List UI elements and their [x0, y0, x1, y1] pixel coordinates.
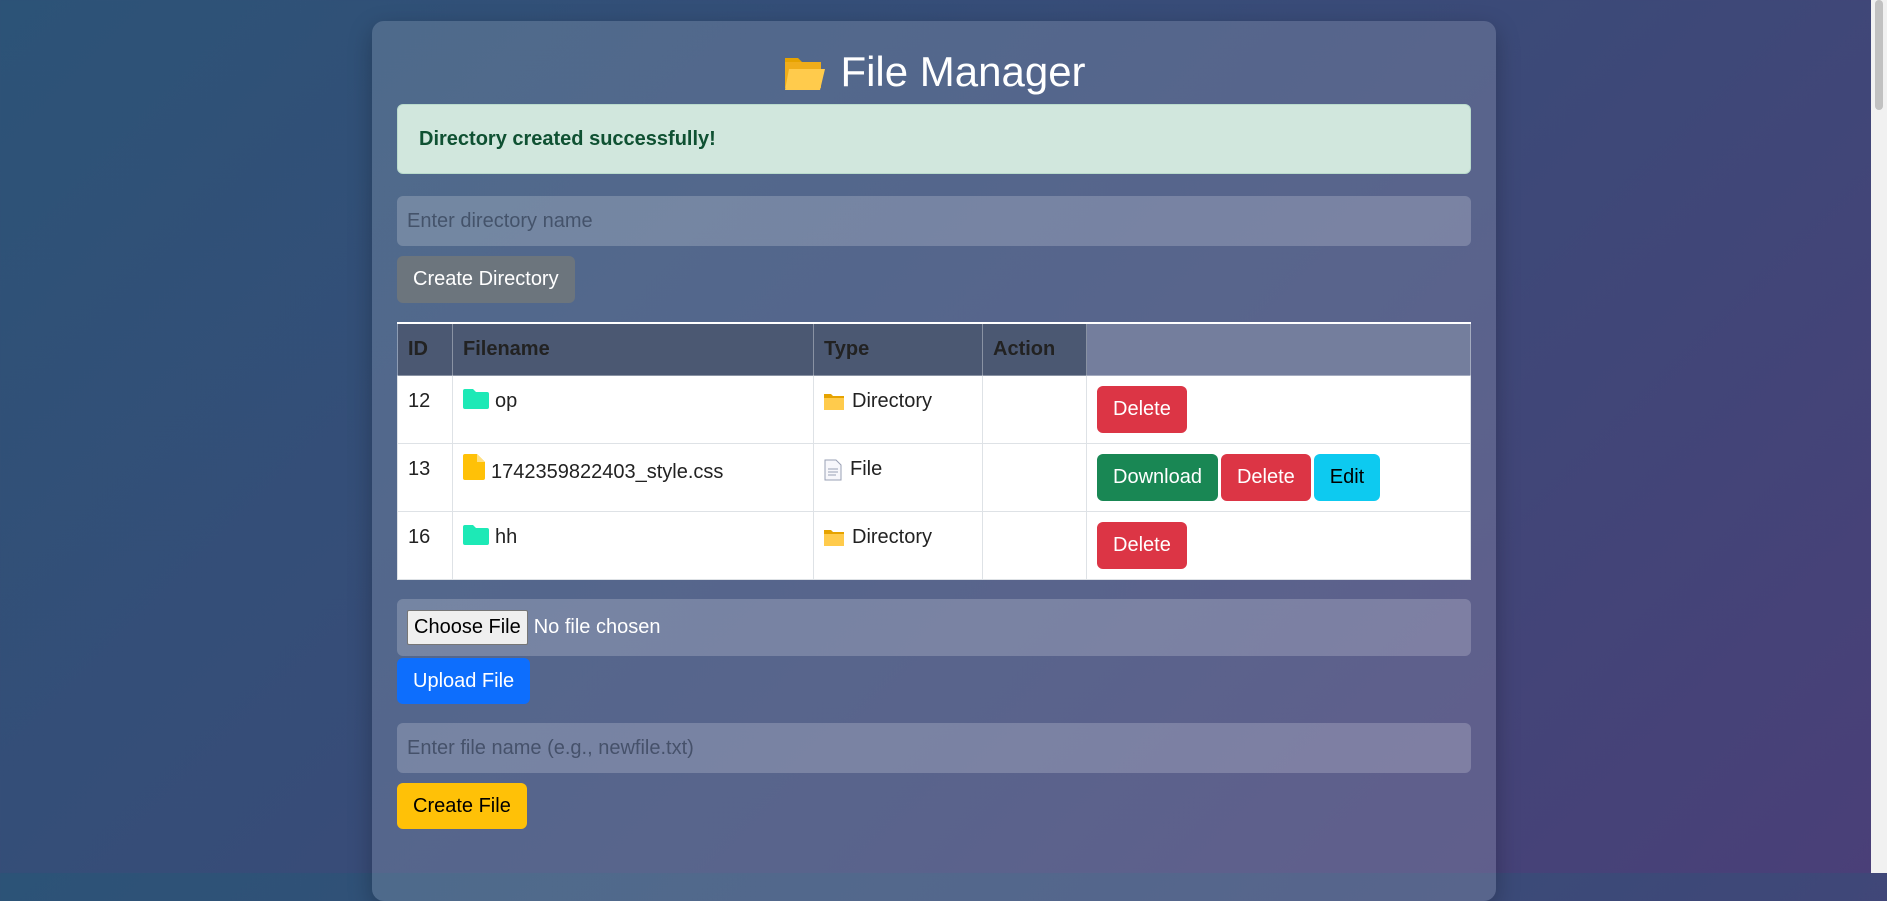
type-text: File: [850, 458, 883, 480]
folder-icon: [463, 525, 489, 545]
column-header-action: Action: [982, 322, 1087, 376]
cell-type: Directory: [813, 511, 983, 580]
cell-buttons: Delete: [1086, 375, 1471, 444]
cell-buttons: Delete: [1086, 511, 1471, 580]
column-header-id: ID: [397, 322, 453, 376]
filename-text: 1742359822403_style.css: [491, 461, 724, 483]
cell-action: [982, 443, 1087, 512]
delete-button[interactable]: Delete: [1097, 522, 1187, 569]
page-title: File Manager: [372, 47, 1496, 97]
cell-type: File: [813, 443, 983, 512]
delete-button[interactable]: Delete: [1220, 454, 1311, 501]
download-button[interactable]: Download: [1097, 454, 1218, 501]
folder-icon: [463, 389, 489, 409]
cell-buttons: Download Delete Edit: [1086, 443, 1471, 512]
column-header-empty: [1086, 322, 1471, 376]
scrollbar-thumb[interactable]: [1875, 0, 1883, 110]
type-text: Directory: [852, 390, 933, 412]
table-row: 16 hh Directory Delete: [397, 511, 1471, 580]
create-file-button[interactable]: Create File: [397, 783, 527, 829]
choose-file-button[interactable]: Choose File: [407, 610, 528, 645]
cell-action: [982, 375, 1087, 444]
folder-icon: [824, 394, 844, 410]
success-alert: Directory created successfully!: [397, 104, 1471, 174]
table-row: 13 1742359822403_style.css File Download…: [397, 443, 1471, 512]
file-upload-field[interactable]: Choose File No file chosen: [397, 599, 1471, 656]
filename-text: op: [495, 390, 518, 412]
folder-icon: [824, 530, 844, 546]
cell-id: 16: [397, 511, 453, 580]
column-header-type: Type: [813, 322, 983, 376]
table-row: 12 op Directory Delete: [397, 375, 1471, 444]
file-status-text: No file chosen: [533, 616, 661, 638]
type-text: Directory: [852, 526, 933, 548]
cell-type: Directory: [813, 375, 983, 444]
open-folder-icon: [785, 58, 826, 90]
page-scrollbar[interactable]: [1871, 0, 1887, 873]
page-title-text: File Manager: [840, 48, 1086, 95]
create-directory-button[interactable]: Create Directory: [397, 256, 575, 303]
cell-id: 12: [397, 375, 453, 444]
file-icon: [463, 454, 485, 480]
cell-id: 13: [397, 443, 453, 512]
table-header-row: ID Filename Type Action: [397, 322, 1471, 376]
delete-button[interactable]: Delete: [1097, 386, 1187, 433]
directory-name-input[interactable]: [397, 196, 1471, 246]
file-manager-card: File Manager Directory created successfu…: [372, 21, 1496, 901]
cell-filename: op: [452, 375, 814, 444]
cell-filename: hh: [452, 511, 814, 580]
files-table: ID Filename Type Action 12 op Directory …: [397, 322, 1471, 580]
cell-action: [982, 511, 1087, 580]
edit-button[interactable]: Edit: [1313, 454, 1381, 501]
cell-filename: 1742359822403_style.css: [452, 443, 814, 512]
column-header-filename: Filename: [452, 322, 814, 376]
document-icon: [824, 459, 842, 480]
alert-message: Directory created successfully!: [419, 127, 716, 150]
upload-file-button[interactable]: Upload File: [397, 658, 531, 704]
filename-text: hh: [495, 526, 518, 548]
file-name-input[interactable]: [397, 723, 1471, 773]
